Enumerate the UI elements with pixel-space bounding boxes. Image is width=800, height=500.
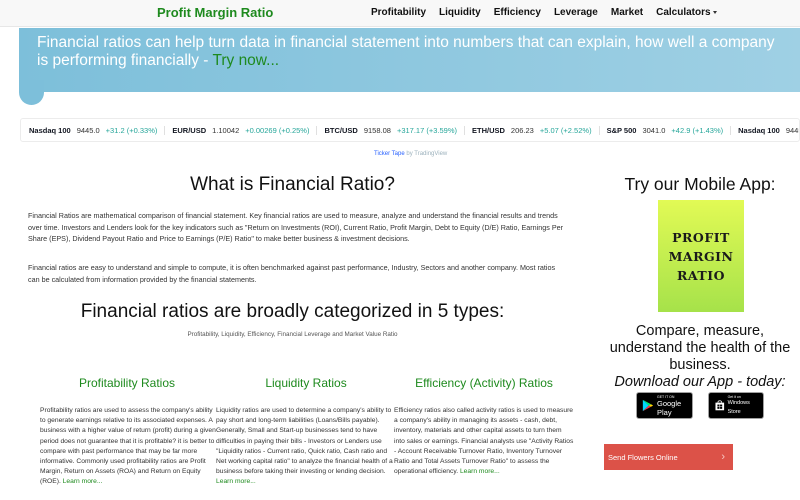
ticker-price: 3041.0 bbox=[642, 125, 666, 135]
ticker-item[interactable]: ETH/USD 206.23 +5.07 (+2.52%) bbox=[471, 125, 600, 135]
main-nav: Profitability Liquidity Efficiency Lever… bbox=[371, 7, 730, 18]
liquidity-column: Liquidity Ratios Liquidity ratios are us… bbox=[216, 376, 396, 488]
ticker-change: +0.00269 (+0.25%) bbox=[245, 125, 310, 135]
ticker-symbol: Nasdaq 100 bbox=[738, 125, 780, 135]
ticker-tape-widget: Nasdaq 100 9445.0 +31.2 (+0.33%) EUR/USD 1.… bbox=[20, 118, 800, 142]
google-play-big-text: Google Play bbox=[657, 398, 682, 417]
google-play-icon bbox=[642, 399, 654, 412]
liquidity-title: Liquidity Ratios bbox=[265, 376, 347, 390]
ticker-change: +42.9 (+1.43%) bbox=[671, 125, 724, 135]
liquidity-description: Liquidity ratios are used to determine a… bbox=[216, 407, 393, 476]
send-flowers-button[interactable]: Send Flowers Online › bbox=[604, 444, 733, 470]
send-flowers-label: Send Flowers Online bbox=[608, 452, 678, 462]
ticker-symbol: S&P 500 bbox=[606, 125, 637, 135]
liquidity-text: Liquidity ratios are used to determine a… bbox=[216, 406, 396, 488]
ticker-price: 9158.08 bbox=[363, 125, 391, 135]
page-title: What is Financial Ratio? bbox=[190, 174, 395, 195]
profitability-column: Profitability Ratios Profitability ratio… bbox=[40, 376, 220, 488]
efficiency-title: Efficiency (Activity) Ratios bbox=[415, 376, 553, 390]
profitability-text: Profitability ratios are used to assess … bbox=[40, 406, 220, 488]
intro-paragraph: Financial Ratios are mathematical compar… bbox=[28, 211, 564, 243]
ticker-item[interactable]: Nasdaq 100 9445.0 +31.2 (+0.33%) bbox=[29, 125, 166, 135]
categories-title: Financial ratios are broadly categorized… bbox=[80, 301, 505, 322]
windows-store-badge[interactable]: Get it on Windows Store bbox=[708, 392, 764, 419]
windows-store-big-text: Windows Store bbox=[727, 399, 750, 415]
nav-calculators-dropdown[interactable]: Calculators bbox=[656, 7, 717, 18]
ticker-symbol: EUR/USD bbox=[172, 125, 207, 135]
profitability-title: Profitability Ratios bbox=[78, 376, 176, 390]
ticker-change: +5.07 (+2.52%) bbox=[539, 125, 592, 135]
nav-profitability[interactable]: Profitability bbox=[371, 7, 426, 18]
app-logo-tile[interactable]: PROFIT MARGIN RATIO bbox=[658, 200, 744, 312]
top-navbar: Profit Margin Ratio Profitability Liquid… bbox=[0, 0, 800, 27]
efficiency-description: Efficiency ratios also called activity r… bbox=[394, 407, 574, 476]
ticker-credit-suffix: by TradingView bbox=[404, 151, 448, 157]
efficiency-column: Efficiency (Activity) Ratios Efficiency … bbox=[394, 376, 574, 477]
ticker-price: 9445.0 bbox=[785, 125, 799, 135]
efficiency-learn-more-link[interactable]: Learn more... bbox=[460, 468, 500, 475]
ticker-price: 206.23 bbox=[510, 125, 534, 135]
google-play-badge[interactable]: GET IT ON Google Play bbox=[636, 392, 693, 419]
download-prompt: Download our App - today: bbox=[614, 374, 786, 390]
nav-calculators-label: Calculators bbox=[656, 7, 711, 18]
ticker-symbol: BTC/USD bbox=[324, 125, 358, 135]
windows-store-icon bbox=[715, 400, 725, 411]
nav-liquidity[interactable]: Liquidity bbox=[439, 7, 481, 18]
nav-market[interactable]: Market bbox=[611, 7, 643, 18]
ticker-price: 1.10042 bbox=[212, 125, 240, 135]
efficiency-text: Efficiency ratios also called activity r… bbox=[394, 406, 574, 477]
app-tile-line: RATIO bbox=[677, 267, 725, 283]
ticker-change: +317.17 (+3.59%) bbox=[396, 125, 457, 135]
ticker-item[interactable]: S&P 500 3041.0 +42.9 (+1.43%) bbox=[606, 125, 732, 135]
banner-text: Financial ratios can help turn data in f… bbox=[37, 34, 777, 70]
ticker-item[interactable]: BTC/USD 9158.08 +317.17 (+3.59%) bbox=[324, 125, 465, 135]
app-tile-line: PROFIT bbox=[672, 229, 730, 245]
ticker-symbol: ETH/USD bbox=[471, 125, 505, 135]
banner-tab-decoration bbox=[19, 80, 44, 105]
app-promo-text: Compare, measure, understand the health … bbox=[600, 323, 800, 391]
try-now-link[interactable]: Try now... bbox=[212, 52, 279, 69]
chevron-right-icon: › bbox=[721, 451, 725, 463]
categories-subtitle: Profitability, Liquidity, Efficiency, Fi… bbox=[187, 331, 398, 338]
ticker-credit: Ticker Tape by TradingView bbox=[374, 151, 447, 157]
mobile-app-title: Try our Mobile App: bbox=[624, 174, 776, 194]
ticker-item[interactable]: Nasdaq 1009445.0+31.2 (+0.33%) bbox=[738, 125, 799, 135]
app-tile-line: MARGIN bbox=[668, 248, 734, 264]
ticker-tape-link[interactable]: Ticker Tape bbox=[374, 151, 405, 157]
ticker-item[interactable]: EUR/USD 1.10042 +0.00269 (+0.25%) bbox=[172, 125, 318, 135]
liquidity-learn-more-link[interactable]: Learn more... bbox=[216, 478, 256, 485]
profitability-learn-more-link[interactable]: Learn more... bbox=[63, 478, 103, 485]
nav-leverage[interactable]: Leverage bbox=[554, 7, 598, 18]
profitability-description: Profitability ratios are used to assess … bbox=[40, 407, 216, 486]
ticker-price: 9445.0 bbox=[76, 125, 100, 135]
nav-efficiency[interactable]: Efficiency bbox=[494, 7, 541, 18]
ticker-change: +31.2 (+0.33%) bbox=[105, 125, 158, 135]
ticker-symbol: Nasdaq 100 bbox=[29, 125, 71, 135]
caret-down-icon bbox=[712, 10, 717, 14]
app-tagline: Compare, measure, understand the health … bbox=[609, 323, 791, 373]
benchmark-paragraph: Financial ratios are easy to understand … bbox=[28, 263, 556, 284]
banner-message: Financial ratios can help turn data in f… bbox=[37, 34, 775, 69]
brand-link[interactable]: Profit Margin Ratio bbox=[157, 5, 273, 20]
